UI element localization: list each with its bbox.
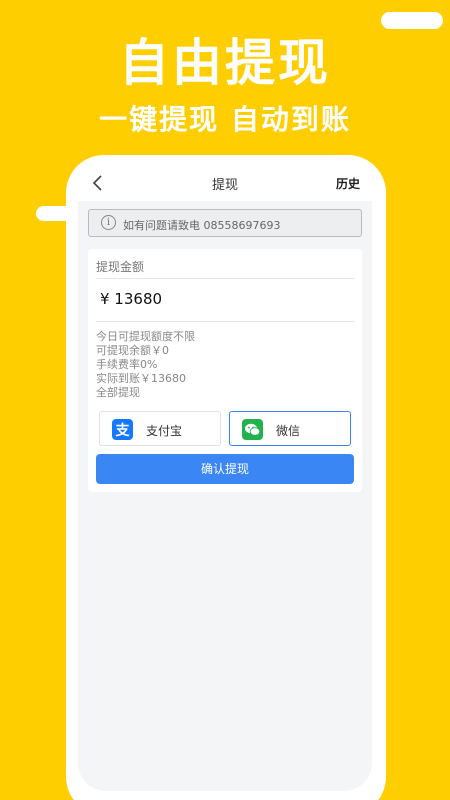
daily-limit-text: 今日可提现额度不限 [96, 330, 195, 343]
divider [96, 278, 354, 279]
amount-label: 提现金额 [96, 260, 145, 274]
divider [96, 321, 354, 322]
notice-text: 如有问题请致电 08558697693 [123, 219, 281, 232]
svg-text:支: 支 [115, 422, 131, 439]
alipay-label: 支付宝 [146, 424, 183, 438]
history-button[interactable]: 历史 [336, 175, 360, 192]
top-navbar: 提现 历史 [78, 165, 372, 201]
info-icon: i [101, 215, 116, 230]
withdraw-all-link[interactable]: 全部提现 [96, 386, 140, 400]
actual-received-text: 实际到账￥13680 [96, 372, 186, 385]
wechat-label: 微信 [276, 424, 301, 438]
wechat-icon [242, 419, 263, 440]
confirm-withdraw-button[interactable]: 确认提现 [96, 454, 354, 484]
fee-rate-text: 手续费率0% [96, 358, 158, 371]
wechat-option[interactable]: 微信 [229, 411, 351, 446]
withdraw-card: 提现金额 ¥ 13680 今日可提现额度不限 可提现余额￥0 手续费率0% 实际… [88, 249, 362, 492]
contact-notice: i 如有问题请致电 08558697693 [88, 209, 362, 237]
alipay-option[interactable]: 支 支付宝 [99, 411, 221, 446]
alipay-icon: 支 [112, 419, 133, 440]
promo-headline: 自由提现 [119, 34, 331, 92]
page-title: 提现 [211, 178, 238, 193]
decorative-pill [381, 12, 443, 29]
available-balance-text: 可提现余额￥0 [96, 344, 169, 357]
promo-subline: 一键提现 自动到账 [99, 103, 351, 136]
amount-input[interactable]: ¥ 13680 [100, 290, 162, 308]
